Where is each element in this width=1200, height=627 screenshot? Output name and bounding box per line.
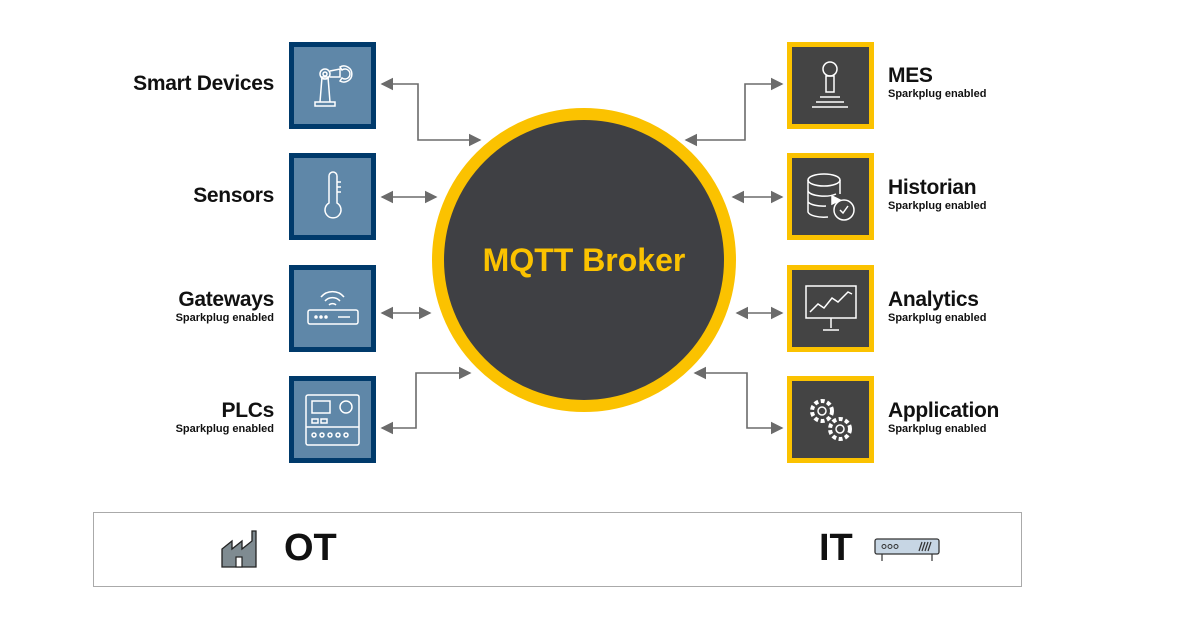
arrow-smart-devices	[380, 77, 482, 147]
arrow-plcs	[380, 366, 472, 435]
smart-devices-label: Smart Devices	[133, 72, 274, 95]
analytics-box	[787, 265, 874, 352]
historian-label: Historian Sparkplug enabled	[888, 176, 987, 212]
application-label: Application Sparkplug enabled	[888, 399, 1000, 435]
plcs-label: PLCs Sparkplug enabled	[175, 399, 275, 435]
ot-label: OT	[284, 527, 337, 569]
mes-label: MES Sparkplug enabled	[888, 64, 987, 100]
factory-icon	[221, 530, 257, 568]
smart-devices-box	[289, 42, 376, 129]
arrow-application	[693, 366, 784, 435]
diagram: Smart Devices Sensors Gateways Sparkplug …	[0, 0, 1200, 627]
ot-it-band: OT IT	[93, 512, 1022, 587]
gateways-box	[289, 265, 376, 352]
plcs-box	[289, 376, 376, 463]
server-icon	[874, 538, 940, 561]
thermometer-icon	[324, 171, 342, 219]
it-label: IT	[819, 527, 853, 569]
gateways-label: Gateways Sparkplug enabled	[175, 288, 275, 324]
mqtt-broker: MQTT Broker	[432, 108, 736, 412]
plc-controller-icon	[305, 394, 360, 446]
wifi-router-icon	[307, 290, 359, 325]
robot-arm-icon	[314, 65, 353, 107]
broker-label: MQTT Broker	[482, 241, 686, 278]
gears-icon	[810, 399, 852, 441]
monitor-chart-icon	[805, 285, 857, 331]
joystick-icon	[812, 61, 848, 108]
historian-box	[787, 153, 874, 240]
application-box	[787, 376, 874, 463]
sensors-box	[289, 153, 376, 240]
analytics-label: Analytics Sparkplug enabled	[888, 288, 987, 324]
sensors-label: Sensors	[193, 184, 274, 207]
arrow-mes	[684, 77, 784, 147]
mes-box	[787, 42, 874, 129]
database-clock-icon	[807, 173, 855, 221]
